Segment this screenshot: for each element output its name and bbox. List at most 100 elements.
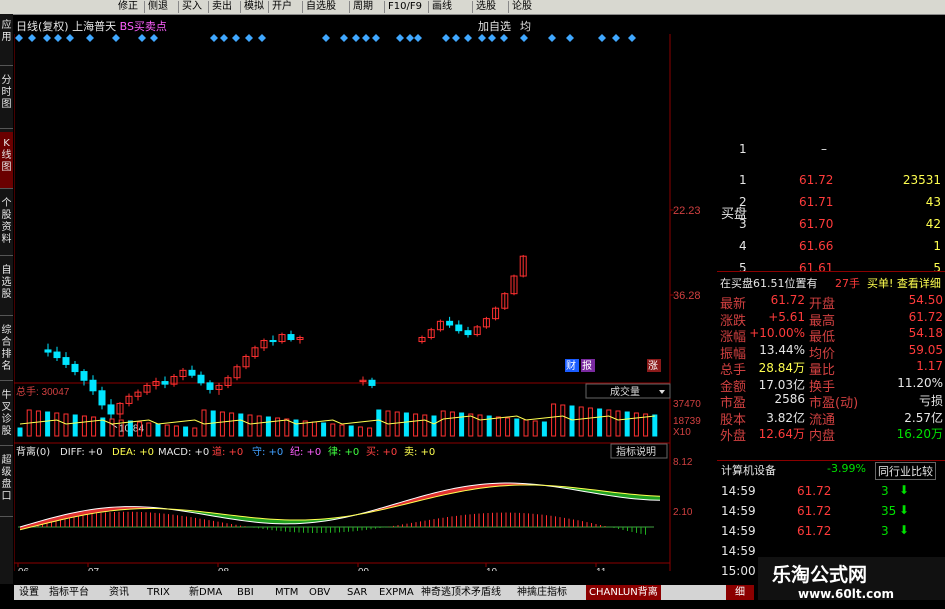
big-order-link[interactable]: 买单! 查看详细 xyxy=(867,275,941,291)
toolbar-item-11[interactable]: 论股 xyxy=(512,0,532,14)
left-tab-3[interactable]: 个股资料 xyxy=(0,192,13,256)
volume-bar xyxy=(367,427,373,437)
toolbar-separator xyxy=(384,1,385,13)
bid-volume: 5 xyxy=(933,261,941,275)
volume-bar xyxy=(348,425,354,437)
toolbar-separator xyxy=(240,1,241,13)
volume-bar xyxy=(321,422,327,437)
left-tab-5[interactable]: 综合排名 xyxy=(0,319,13,381)
volume-bar xyxy=(63,413,69,437)
toolbar-item-9[interactable]: 画线 xyxy=(432,0,452,14)
bs-signal-marker xyxy=(352,34,360,42)
bid-level: 4 xyxy=(739,239,747,253)
volume-bar xyxy=(311,421,317,437)
bs-signal-marker xyxy=(210,34,218,42)
badge-bao[interactable]: 报 xyxy=(582,359,592,372)
stat-value: 16.20万 xyxy=(896,427,943,441)
candle-body xyxy=(206,382,214,390)
bottom-tab-2[interactable]: 资讯 xyxy=(106,585,132,600)
toolbar-item-0[interactable]: 修正 xyxy=(118,0,138,14)
bottom-tab-10[interactable]: 神奇逃顶术矛盾线 xyxy=(418,585,504,600)
toolbar-separator xyxy=(144,1,145,13)
toolbar-separator xyxy=(268,1,269,13)
toolbar-item-3[interactable]: 卖出 xyxy=(212,0,232,14)
add-watch-button[interactable]: 加自选 xyxy=(478,18,511,34)
volume-bar xyxy=(597,408,603,437)
bottom-tab-12[interactable]: CHANLUN背离 xyxy=(586,585,661,600)
stat-value: 28.84万 xyxy=(758,361,805,375)
bs-signal-marker xyxy=(340,34,348,42)
bottom-tab-7[interactable]: OBV xyxy=(306,585,333,600)
toolbar-separator xyxy=(349,1,350,13)
x-tick-label: 07 xyxy=(88,567,100,571)
left-tab-1[interactable]: 分时图 xyxy=(0,69,13,129)
volume-bar xyxy=(376,409,382,437)
volume-bar xyxy=(633,412,639,437)
volume-bar xyxy=(505,417,511,437)
stat-value: 2586 xyxy=(774,392,805,406)
toolbar-item-8[interactable]: F10/F9 xyxy=(388,0,422,14)
bid-price: 61.70 xyxy=(799,217,834,231)
bs-signal-marker xyxy=(258,34,266,42)
big-order-banner[interactable]: 在买盘61.51位置有 xyxy=(720,275,818,291)
bottom-tab-0[interactable]: 设置 xyxy=(16,585,42,600)
toolbar-item-2[interactable]: 买入 xyxy=(182,0,202,14)
badge-zhang[interactable]: 涨 xyxy=(648,360,658,372)
toolbar-item-1[interactable]: 侧退 xyxy=(148,0,168,14)
toolbar-item-4[interactable]: 模拟 xyxy=(244,0,264,14)
stat-value: +10.00% xyxy=(749,326,805,340)
kline-chart-area[interactable]: 36.2822.2310.84财报涨总手: 30047成交量3747018739… xyxy=(14,14,714,571)
macd-value-8: 卖: +0 xyxy=(404,446,435,458)
badge-cai[interactable]: 财 xyxy=(566,359,576,372)
left-tab-7[interactable]: 超级盘口 xyxy=(0,449,13,517)
stat-value: 2.57亿 xyxy=(904,410,943,425)
volume-bar xyxy=(532,420,538,437)
bid-level: 1 xyxy=(739,173,747,187)
sector-name[interactable]: 计算机设备 xyxy=(721,462,776,478)
volume-bar xyxy=(81,415,87,437)
left-tab-4[interactable]: 自选股 xyxy=(0,259,13,316)
bottom-tab-5[interactable]: BBI xyxy=(234,585,257,600)
bs-signal-marker xyxy=(86,34,94,42)
volume-bar xyxy=(652,414,658,437)
bs-signal-marker xyxy=(112,34,120,42)
volume-bar xyxy=(569,405,575,437)
toolbar-item-7[interactable]: 周期 xyxy=(353,0,373,14)
bottom-tab-9[interactable]: EXPMA xyxy=(376,585,417,600)
bottom-tab-8[interactable]: SAR xyxy=(344,585,370,600)
bottom-tab-3[interactable]: TRIX xyxy=(144,585,173,600)
tick-volume: 3 xyxy=(881,524,889,538)
bs-signal-marker xyxy=(43,34,51,42)
left-tab-2[interactable]: K线图 xyxy=(0,132,13,189)
bottom-tab-6[interactable]: MTM xyxy=(272,585,301,600)
toolbar-item-5[interactable]: 开户 xyxy=(272,0,292,14)
volume-bar xyxy=(449,411,455,437)
big-order-size: 27手 xyxy=(835,277,860,290)
tick-time: 14:59 xyxy=(721,524,756,538)
macd-value-5: 纪: +0 xyxy=(290,446,321,458)
volume-bar xyxy=(339,424,345,437)
volume-bar xyxy=(247,414,253,437)
status-bar xyxy=(0,600,945,609)
toolbar-item-10[interactable]: 选股 xyxy=(476,0,496,14)
toolbar-item-6[interactable]: 自选股 xyxy=(306,0,336,14)
volume-bar xyxy=(431,415,437,437)
down-arrow-icon: ⬇ xyxy=(899,503,910,517)
left-tab-0[interactable]: 应用 xyxy=(0,14,13,66)
bs-signal-marker xyxy=(464,34,472,42)
stat-label: 内盘 xyxy=(809,429,836,444)
quote-divider xyxy=(717,271,945,272)
ask-price: – xyxy=(821,142,827,156)
toolbar-separator xyxy=(508,1,509,13)
detail-tab[interactable]: 细 xyxy=(726,585,754,600)
compare-button[interactable]: 同行业比较 xyxy=(875,462,936,480)
quote-divider xyxy=(717,460,945,461)
bottom-tab-1[interactable]: 指标平台 xyxy=(46,585,92,600)
bottom-tab-4[interactable]: 新DMA xyxy=(186,585,225,600)
bottom-tab-11[interactable]: 神擒庄指标 xyxy=(514,585,570,600)
kline-chart-svg[interactable]: 36.2822.2310.84财报涨总手: 30047成交量3747018739… xyxy=(14,14,714,571)
toolbar-separator xyxy=(178,1,179,13)
left-tab-6[interactable]: 牛叉诊股 xyxy=(0,384,13,446)
volume-bar xyxy=(192,427,198,437)
volume-bar xyxy=(91,416,97,437)
